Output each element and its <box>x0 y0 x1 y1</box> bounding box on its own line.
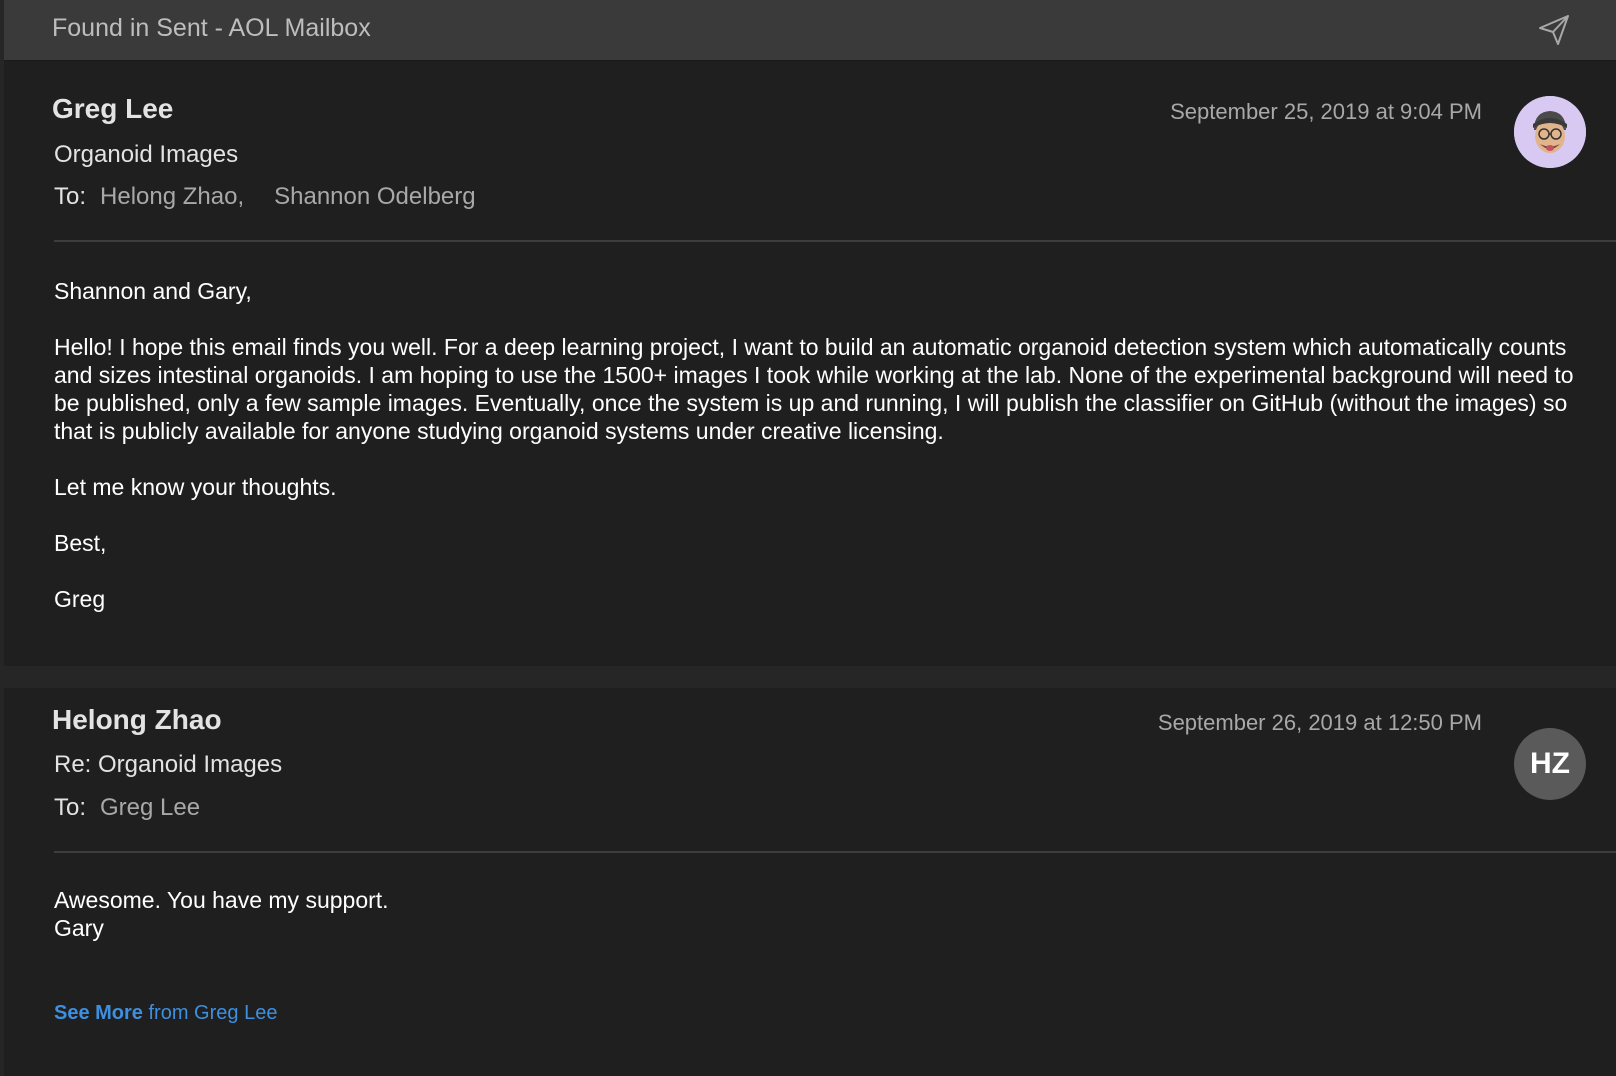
mail-window: Found in Sent - AOL Mailbox Greg Lee Sep… <box>0 0 1616 1076</box>
message-subject: Organoid Images <box>54 141 239 168</box>
recipient[interactable]: Greg Lee <box>100 794 200 821</box>
avatar <box>1514 96 1586 168</box>
recipients-row: To: Helong Zhao, Shannon Odelberg <box>54 183 476 211</box>
header-divider <box>54 851 1616 853</box>
message-body: Shannon and Gary, Hello! I hope this ema… <box>54 277 1574 613</box>
recipient[interactable]: Shannon Odelberg <box>274 183 476 210</box>
message-card[interactable]: Helong Zhao September 26, 2019 at 12:50 … <box>4 688 1616 1076</box>
see-more-label: See More <box>54 1002 143 1024</box>
to-label: To: <box>54 183 87 210</box>
recipient[interactable]: Helong Zhao, <box>100 183 244 210</box>
body-line: Awesome. You have my support. <box>54 887 389 913</box>
message-subject: Re: Organoid Images <box>54 751 283 778</box>
body-signature: Greg <box>54 586 106 612</box>
see-more-source: from Greg Lee <box>142 1002 278 1024</box>
memoji-avatar-icon <box>1514 96 1586 168</box>
title-bar: Found in Sent - AOL Mailbox <box>4 0 1616 61</box>
sender-name: Helong Zhao <box>52 704 222 735</box>
body-greeting: Shannon and Gary, <box>54 278 252 304</box>
body-signoff: Best, <box>54 530 107 556</box>
to-label: To: <box>54 794 87 821</box>
message-date: September 26, 2019 at 12:50 PM <box>1157 710 1482 735</box>
message-date: September 25, 2019 at 9:04 PM <box>1170 99 1482 124</box>
avatar: HZ <box>1514 728 1586 800</box>
body-line: Gary <box>54 915 104 941</box>
body-closing: Let me know your thoughts. <box>54 474 337 500</box>
sender-name: Greg Lee <box>52 93 174 124</box>
window-title: Found in Sent - AOL Mailbox <box>52 14 371 42</box>
message-card[interactable]: Greg Lee September 25, 2019 at 9:04 PM O… <box>4 61 1616 666</box>
send-icon[interactable] <box>1536 12 1572 48</box>
header-divider <box>54 240 1616 242</box>
message-body: Awesome. You have my support. Gary <box>54 886 1574 942</box>
recipients-row: To: Greg Lee <box>54 794 200 822</box>
body-paragraph: Hello! I hope this email finds you well.… <box>54 334 1574 444</box>
see-more-link[interactable]: See More from Greg Lee <box>54 1002 277 1025</box>
